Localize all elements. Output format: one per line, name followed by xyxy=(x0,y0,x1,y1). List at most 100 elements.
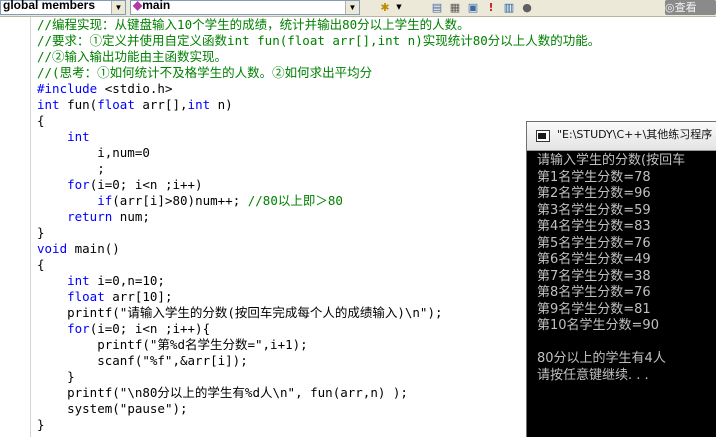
code-token: float xyxy=(67,289,105,304)
code-token: main() xyxy=(67,241,120,256)
code-token: i,num=0 xyxy=(37,145,150,160)
code-token: (arr[i]>80)num++; xyxy=(112,193,248,208)
code-token: //编程实现：从键盘输入10个学生的成绩，统计并输出80分以上学生的人数。 xyxy=(37,17,470,32)
code-line: int i=0,n=10; xyxy=(37,273,165,289)
console-app-icon xyxy=(536,130,550,142)
code-line: //(思考：①如何统计不及格学生的人数。②如何求出平均分 xyxy=(37,65,372,81)
code-token: arr[10]; xyxy=(104,289,173,304)
code-line: printf("请输入学生的分数(按回车完成每个人的成绩输入)\n"); xyxy=(37,305,443,321)
code-token: #include xyxy=(37,81,98,96)
code-token: if xyxy=(97,193,113,208)
console-line: 第8名学生分数=76 xyxy=(537,285,651,300)
code-token: scanf( xyxy=(37,353,143,368)
code-token: int xyxy=(187,97,211,112)
console-line: 第6名学生分数=49 xyxy=(537,252,651,267)
code-token: printf( xyxy=(37,337,150,352)
console-line: 第10名学生分数=90 xyxy=(537,318,659,333)
console-line: 第4名学生分数=83 xyxy=(537,219,651,234)
console-line: 请按任意键继续. . . xyxy=(537,367,649,383)
scope-combo-value: global members xyxy=(3,0,96,12)
console-line: 请输入学生的分数(按回车 xyxy=(537,153,686,168)
toolbar: global members ▼ ◆main ▼ ✱ ▼ ▤ ▦ ▣ ! ▥ ●… xyxy=(0,0,716,17)
console-line: 第9名学生分数=81 xyxy=(537,301,651,317)
code-line: return num; xyxy=(37,209,150,225)
code-line: scanf("%f",&arr[i]); xyxy=(37,353,248,369)
code-line: i,num=0 xyxy=(37,145,150,161)
code-token: ,i+1); xyxy=(262,337,308,352)
code-line: int fun(float arr[],int n) xyxy=(37,97,233,113)
code-token: for xyxy=(67,177,90,192)
code-token: { xyxy=(37,257,45,272)
go-icon[interactable]: ▥ xyxy=(502,1,516,14)
code-token: //要求：①定义并使用自定义函数int fun(float arr[],int … xyxy=(37,33,601,48)
code-token: n) xyxy=(210,97,233,112)
code-token: (i=0; i<n ;i++) xyxy=(89,177,203,192)
console-line: 第5名学生分数=76 xyxy=(537,235,651,251)
stack-books-icon[interactable]: ▤ xyxy=(430,1,444,14)
console-titlebar[interactable]: "E:\STUDY\C++\其他练习程序 xyxy=(527,122,716,151)
code-token: "pause" xyxy=(119,401,173,416)
function-combo[interactable]: ◆main ▼ xyxy=(130,0,360,15)
watch-button[interactable]: ◎查看 xyxy=(665,0,716,15)
code-line: system("pause"); xyxy=(37,401,188,417)
code-line: //编程实现：从键盘输入10个学生的成绩，统计并输出80分以上学生的人数。 xyxy=(37,17,470,33)
console-line: 第1名学生分数=78 xyxy=(537,169,651,185)
code-line: //要求：①定义并使用自定义函数int fun(float arr[],int … xyxy=(37,33,600,49)
code-token: "第%d名学生分数=" xyxy=(149,337,263,352)
code-token: ); xyxy=(172,401,188,416)
code-token: { xyxy=(37,113,45,128)
code-token: //80以上即＞80 xyxy=(247,193,343,208)
code-token: ); xyxy=(427,305,443,320)
watch-button-label: 查看 xyxy=(674,1,697,14)
code-token: void xyxy=(37,241,68,256)
console-line: 第2名学生分数=96 xyxy=(537,186,651,201)
console-window[interactable]: "E:\STUDY\C++\其他练习程序 请输入学生的分数(按回车 第1名学生分数… xyxy=(526,121,716,437)
console-line: 80分以上的学生有4人 xyxy=(537,351,666,366)
code-token: } xyxy=(37,369,75,384)
compile-icon[interactable]: ▣ xyxy=(466,1,480,14)
function-icon: ◆ xyxy=(133,0,143,12)
scope-combo[interactable]: global members ▼ xyxy=(0,0,126,15)
code-token: return xyxy=(67,209,113,224)
console-line: 第7名学生分数=38 xyxy=(537,268,651,284)
code-token: "\n80分以上的学生有%d人\n" xyxy=(119,385,296,400)
code-line: float arr[10]; xyxy=(37,289,172,305)
code-token: fun( xyxy=(59,97,98,112)
code-line: int xyxy=(37,129,90,145)
code-line: printf("\n80分以上的学生有%d人\n", fun(arr,n) ); xyxy=(37,385,408,401)
breakpoint-icon[interactable]: ● xyxy=(520,1,534,14)
code-line: } xyxy=(37,225,45,241)
code-token: //②输入输出功能由主函数实现。 xyxy=(37,49,228,64)
code-token: int xyxy=(37,97,60,112)
code-line: //②输入输出功能由主函数实现。 xyxy=(37,49,227,65)
code-token: ; xyxy=(37,161,105,176)
code-token: } xyxy=(37,417,45,432)
code-line: for(i=0; i<n ;i++){ xyxy=(37,321,210,337)
chevron-down-icon[interactable]: ▼ xyxy=(111,1,125,14)
code-token: int xyxy=(67,129,90,144)
code-line: void main() xyxy=(37,241,120,257)
dropdown-arrow-icon[interactable]: ▼ xyxy=(392,1,406,14)
console-title: "E:\STUDY\C++\其他练习程序 xyxy=(557,128,713,141)
code-token: //(思考：①如何统计不及格学生的人数。②如何求出平均分 xyxy=(37,65,373,80)
function-combo-value: ◆main xyxy=(133,0,171,12)
code-token: ,&arr[i]); xyxy=(172,353,248,368)
code-line: if(arr[i]>80)num++; //80以上即＞80 xyxy=(37,193,343,209)
code-token: int xyxy=(67,273,90,288)
code-token: "%f" xyxy=(142,353,173,368)
build-icon[interactable]: ▦ xyxy=(448,1,462,14)
code-line: { xyxy=(37,113,45,129)
console-line: 第3名学生分数=59 xyxy=(537,202,651,218)
code-token: (i=0; i<n ;i++){ xyxy=(89,321,211,336)
chevron-down-icon[interactable]: ▼ xyxy=(345,1,359,14)
sparkle-wizard-icon[interactable]: ✱ xyxy=(378,1,392,14)
code-line: for(i=0; i<n ;i++) xyxy=(37,177,203,193)
stop-build-icon[interactable]: ! xyxy=(484,1,498,14)
code-line: } xyxy=(37,417,45,433)
code-token: <stdio.h> xyxy=(97,81,173,96)
